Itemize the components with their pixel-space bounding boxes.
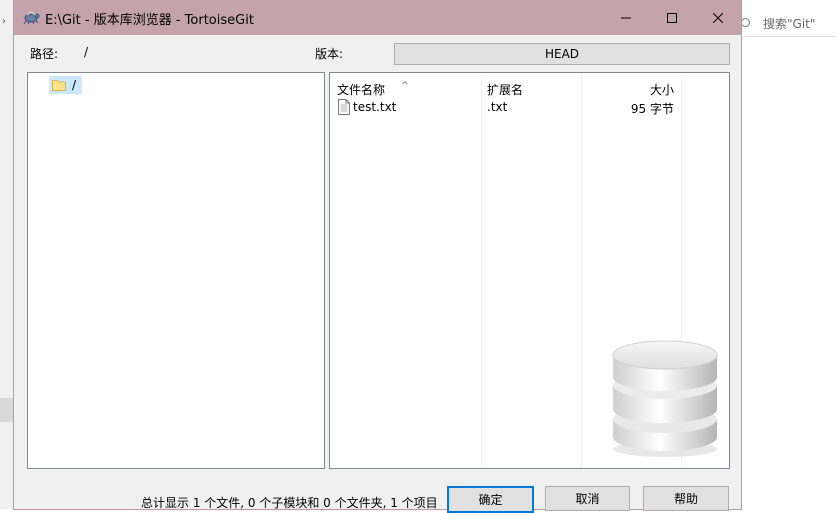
background-search-box[interactable]: 搜索"Git" bbox=[741, 10, 836, 37]
sort-ascending-icon: ^ bbox=[401, 81, 409, 91]
file-extension: .txt bbox=[487, 100, 508, 114]
revision-button[interactable]: HEAD bbox=[394, 43, 730, 65]
background-window-left: › bbox=[0, 0, 14, 509]
cancel-button[interactable]: 取消 bbox=[545, 486, 630, 511]
tree-item-label: / bbox=[72, 78, 77, 92]
column-header-extension[interactable]: 扩展名 bbox=[481, 73, 581, 101]
background-window-right: 搜索"Git" bbox=[741, 0, 836, 509]
path-label: 路径: bbox=[30, 47, 59, 61]
close-button[interactable] bbox=[695, 0, 741, 35]
minimize-icon bbox=[621, 17, 631, 18]
text-file-icon bbox=[338, 99, 350, 115]
window-title: E:\Git - 版本库浏览器 - TortoiseGit bbox=[45, 13, 254, 28]
column-header-size[interactable]: 大小 bbox=[581, 73, 681, 101]
minimize-button[interactable] bbox=[603, 0, 649, 35]
folder-tree[interactable]: / bbox=[27, 72, 325, 469]
tortoisegit-icon bbox=[23, 11, 40, 25]
column-header-name[interactable]: ^ 文件名称 bbox=[330, 73, 481, 101]
database-icon bbox=[612, 340, 718, 457]
maximize-icon bbox=[667, 12, 677, 23]
help-button[interactable]: 帮助 bbox=[643, 486, 729, 511]
chevron-right-icon: › bbox=[2, 16, 6, 27]
background-selected-strip bbox=[0, 398, 14, 422]
status-text: 总计显示 1 个文件, 0 个子模块和 0 个文件夹, 1 个项目 bbox=[141, 496, 438, 510]
column-divider bbox=[481, 73, 482, 468]
background-search-placeholder: 搜索"Git" bbox=[763, 17, 816, 31]
close-icon bbox=[713, 12, 723, 23]
file-list[interactable]: ^ 文件名称 扩展名 大小 test.txt .txt 95 字节 bbox=[329, 72, 730, 469]
maximize-button[interactable] bbox=[649, 0, 695, 35]
path-value[interactable]: / bbox=[84, 45, 88, 59]
list-item[interactable]: test.txt .txt 95 字节 bbox=[330, 99, 729, 117]
search-icon bbox=[741, 18, 750, 27]
folder-icon bbox=[52, 80, 66, 91]
file-name: test.txt bbox=[353, 100, 397, 114]
file-size: 95 字节 bbox=[630, 102, 674, 116]
repo-browser-dialog: E:\Git - 版本库浏览器 - TortoiseGit 路径: / 版本: … bbox=[14, 0, 741, 513]
title-bar[interactable]: E:\Git - 版本库浏览器 - TortoiseGit bbox=[14, 0, 741, 35]
column-divider bbox=[581, 73, 582, 468]
revision-label: 版本: bbox=[315, 47, 344, 61]
tree-item-root[interactable]: / bbox=[49, 76, 83, 94]
